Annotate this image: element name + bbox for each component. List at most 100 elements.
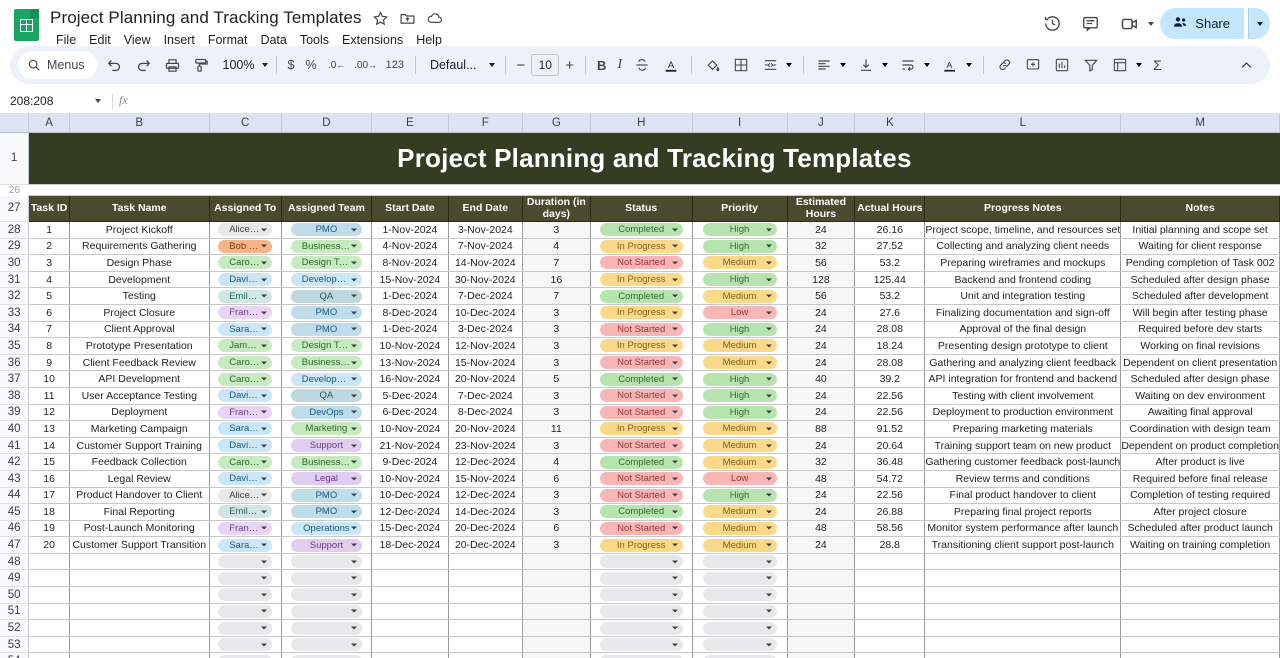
cell-start-date[interactable] bbox=[371, 586, 449, 604]
name-box-chevron-down-icon[interactable] bbox=[86, 98, 110, 103]
chip-chevron-down-icon[interactable] bbox=[261, 344, 268, 348]
cell-estimated-hours[interactable]: 128 bbox=[787, 271, 856, 289]
cell-assigned-team[interactable] bbox=[281, 569, 372, 588]
column-header-E[interactable]: E bbox=[371, 114, 449, 133]
cell-priority[interactable]: High bbox=[692, 404, 788, 422]
chip-chevron-down-icon[interactable] bbox=[351, 560, 358, 564]
decrease-font-size-button[interactable]: − bbox=[512, 51, 531, 79]
chip-chevron-down-icon[interactable] bbox=[765, 278, 772, 282]
cell-status[interactable] bbox=[590, 569, 693, 588]
cell-status[interactable]: Not Started bbox=[590, 520, 693, 538]
cell-notes[interactable]: Coordination with design team bbox=[1120, 420, 1280, 438]
cell-assigned-team[interactable] bbox=[281, 603, 372, 621]
cell-assigned-to-chip[interactable] bbox=[218, 571, 273, 585]
chip-chevron-down-icon[interactable] bbox=[765, 261, 772, 265]
cell-end-date[interactable] bbox=[448, 569, 523, 588]
cell-task-id[interactable]: 14 bbox=[28, 437, 70, 455]
cell-estimated-hours[interactable]: 32 bbox=[787, 453, 856, 471]
cell-assigned-team[interactable] bbox=[281, 652, 372, 658]
cell-task-name[interactable]: Deployment bbox=[69, 404, 210, 422]
cell-actual-hours[interactable]: 22.56 bbox=[854, 387, 926, 405]
cell-start-date[interactable]: 15-Dec-2024 bbox=[371, 520, 449, 538]
cell-priority-chip[interactable]: Medium bbox=[702, 356, 777, 370]
cell-actual-hours[interactable] bbox=[854, 553, 926, 571]
more-formats-button[interactable]: 123 bbox=[381, 51, 409, 79]
cell-actual-hours[interactable]: 53.2 bbox=[854, 254, 926, 272]
cell-priority-chip[interactable]: Medium bbox=[702, 538, 777, 552]
cell-status-chip[interactable]: In Progress bbox=[599, 422, 683, 436]
cell-priority-chip[interactable]: High bbox=[702, 273, 777, 287]
cell-task-id[interactable]: 6 bbox=[28, 304, 70, 322]
cell-status[interactable] bbox=[590, 636, 693, 654]
cell-task-name[interactable]: Requirements Gathering bbox=[69, 238, 210, 256]
row-header-32[interactable]: 32 bbox=[0, 287, 30, 305]
cell-priority-chip[interactable]: Medium bbox=[702, 505, 777, 519]
cell-notes[interactable] bbox=[1120, 569, 1280, 588]
row-header-52[interactable]: 52 bbox=[0, 619, 30, 637]
cell-actual-hours[interactable] bbox=[854, 636, 926, 654]
merge-chevron-down-icon[interactable] bbox=[786, 63, 793, 67]
cell-priority[interactable]: Medium bbox=[692, 254, 788, 272]
column-header-B[interactable]: B bbox=[69, 114, 210, 133]
cell-actual-hours[interactable]: 91.52 bbox=[854, 420, 926, 438]
cell-task-name[interactable]: API Development bbox=[69, 370, 210, 388]
cell-assigned-to[interactable]: Carol White bbox=[209, 370, 282, 388]
row-header-26[interactable]: 26 bbox=[0, 184, 29, 196]
column-header-K[interactable]: K bbox=[854, 114, 926, 133]
cell-duration[interactable]: 6 bbox=[522, 520, 591, 538]
cell-duration[interactable]: 3 bbox=[522, 437, 591, 455]
cell-duration[interactable]: 3 bbox=[522, 321, 591, 339]
cell-actual-hours[interactable] bbox=[854, 619, 926, 637]
cell-status[interactable]: Completed bbox=[590, 503, 693, 521]
column-header-M[interactable]: M bbox=[1120, 114, 1280, 133]
italic-button[interactable]: I bbox=[612, 51, 627, 79]
cell-task-id[interactable]: 2 bbox=[28, 238, 70, 256]
cell-estimated-hours[interactable]: 24 bbox=[787, 304, 856, 322]
cell-progress-notes[interactable]: Training support team on new product bbox=[924, 437, 1122, 455]
chip-chevron-down-icon[interactable] bbox=[261, 526, 268, 530]
chip-chevron-down-icon[interactable] bbox=[671, 361, 678, 365]
cell-actual-hours[interactable]: 28.08 bbox=[854, 354, 926, 372]
cell-assigned-team-chip[interactable]: Design Team bbox=[290, 339, 363, 353]
chip-chevron-down-icon[interactable] bbox=[351, 327, 358, 331]
chip-chevron-down-icon[interactable] bbox=[351, 543, 358, 547]
cell-task-id[interactable]: 18 bbox=[28, 503, 70, 521]
cell-status-chip[interactable] bbox=[599, 638, 683, 652]
cell-priority-chip[interactable]: Medium bbox=[702, 439, 777, 453]
cell-assigned-team[interactable]: PMO bbox=[281, 221, 372, 239]
chip-chevron-down-icon[interactable] bbox=[671, 560, 678, 564]
functions-list-icon[interactable] bbox=[1106, 51, 1134, 79]
cell-end-date[interactable]: 20-Nov-2024 bbox=[448, 370, 523, 388]
cell-priority[interactable] bbox=[692, 636, 788, 654]
cell-task-id[interactable]: 12 bbox=[28, 404, 70, 422]
font-family-select[interactable]: Defaul... bbox=[422, 52, 499, 78]
chip-chevron-down-icon[interactable] bbox=[351, 576, 358, 580]
row-header-51[interactable]: 51 bbox=[0, 603, 30, 621]
share-button[interactable]: Share bbox=[1160, 8, 1244, 39]
chip-chevron-down-icon[interactable] bbox=[261, 377, 268, 381]
cell-priority[interactable]: High bbox=[692, 370, 788, 388]
cell-notes[interactable]: Completion of testing required bbox=[1120, 487, 1280, 505]
cell-start-date[interactable] bbox=[371, 636, 449, 654]
cell-priority[interactable]: Low bbox=[692, 304, 788, 322]
cell-assigned-to[interactable]: Carol White bbox=[209, 354, 282, 372]
cell-assigned-to[interactable]: Carol White bbox=[209, 453, 282, 471]
cell-status-chip[interactable] bbox=[599, 621, 683, 635]
cell-start-date[interactable] bbox=[371, 652, 449, 658]
cell-assigned-to-chip[interactable]: Sarah Lee bbox=[218, 322, 273, 336]
name-box[interactable]: 208:208 bbox=[0, 94, 86, 108]
cell-priority[interactable]: Medium bbox=[692, 437, 788, 455]
chip-chevron-down-icon[interactable] bbox=[671, 626, 678, 630]
cell-assigned-team[interactable]: Development bbox=[281, 271, 372, 289]
cell-notes[interactable]: Dependent on product completion bbox=[1120, 437, 1280, 455]
cell-task-name[interactable]: Customer Support Transition bbox=[69, 536, 210, 554]
cell-estimated-hours[interactable]: 32 bbox=[787, 238, 856, 256]
cell-task-name[interactable]: User Acceptance Testing bbox=[69, 387, 210, 405]
cell-task-name[interactable] bbox=[69, 603, 210, 621]
cell-assigned-team[interactable]: Support bbox=[281, 437, 372, 455]
cell-progress-notes[interactable] bbox=[924, 636, 1122, 654]
cell-assigned-to-chip[interactable]: Sarah Lee bbox=[218, 538, 273, 552]
cell-priority-chip[interactable]: Medium bbox=[702, 455, 777, 469]
cell-duration[interactable] bbox=[522, 636, 591, 654]
chip-chevron-down-icon[interactable] bbox=[765, 294, 772, 298]
